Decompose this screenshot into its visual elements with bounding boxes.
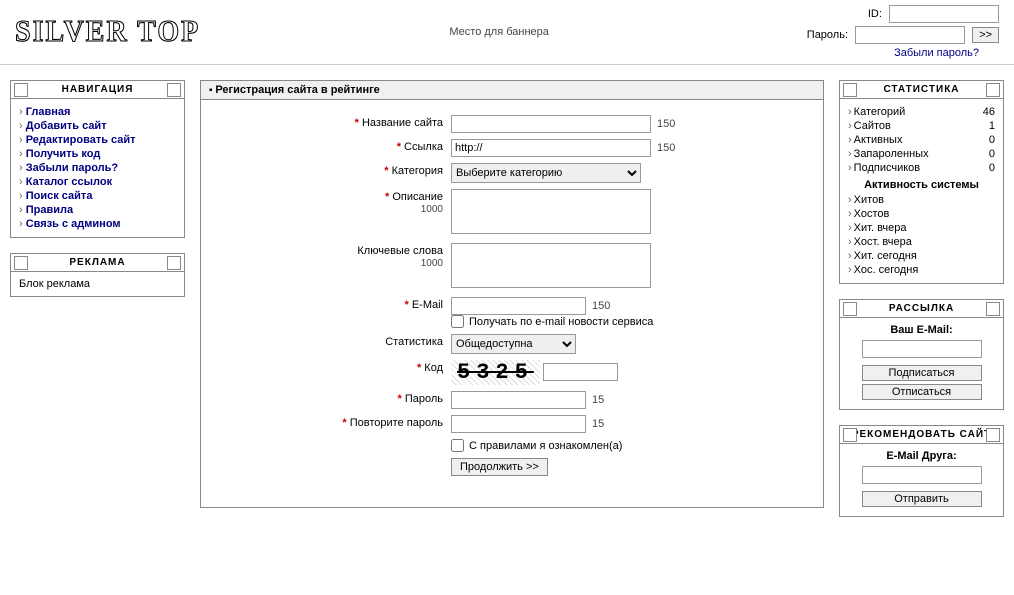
stats-title: СТАТИСТИКА [840, 81, 1003, 99]
nav-panel: НАВИГАЦИЯ Главная Добавить сайт Редактиров… [10, 80, 185, 238]
site-name-input[interactable] [451, 115, 651, 133]
recommend-title: РЕКОМЕНДОВАТЬ САЙТ [840, 426, 1003, 444]
banner-slot: Место для баннера [449, 26, 549, 38]
submit-button[interactable]: Продолжить >> [451, 458, 548, 476]
pass-hint: 15 [592, 394, 604, 406]
login-id-label: ID: [832, 8, 882, 20]
stat-row: Хитов [848, 193, 995, 207]
login-pass-label: Пароль: [798, 29, 848, 41]
activity-list: ХитовХостовХит. вчераХост. вчераХит. сег… [848, 193, 995, 277]
url-input[interactable] [451, 139, 651, 157]
nav-item-8[interactable]: Связь с админом [26, 218, 121, 230]
captcha-image: 5325 [451, 360, 540, 385]
stat-row: Запароленных0 [848, 147, 995, 161]
stat-label: Статистика [385, 336, 443, 348]
category-label: Категория [392, 165, 443, 177]
stat-row: Хос. сегодня [848, 263, 995, 277]
code-input[interactable] [543, 363, 618, 381]
recommend-label: E-Mail Друга: [848, 450, 995, 462]
category-select[interactable]: Выберите категорию [451, 163, 641, 183]
ads-title: РЕКЛАМА [11, 254, 184, 272]
nav-item-7[interactable]: Правила [26, 204, 73, 216]
desc-sub: 1000 [421, 204, 443, 215]
news-label: Получать по e-mail новости сервиса [469, 316, 653, 328]
ads-panel: РЕКЛАМА Блок реклама [10, 253, 185, 297]
pass2-label: Повторите пароль [350, 417, 443, 429]
stats-panel: СТАТИСТИКА Категорий46Сайтов1Активных0За… [839, 80, 1004, 284]
nav-item-2[interactable]: Редактировать сайт [26, 134, 136, 146]
stats-list: Категорий46Сайтов1Активных0Запароленных0… [848, 105, 995, 175]
header: SILVER TOP Место для баннера ID: Пароль:… [0, 0, 1014, 65]
registration-panel: Регистрация сайта в рейтинге * Название … [200, 80, 824, 508]
nav-item-3[interactable]: Получить код [26, 148, 101, 160]
stat-select[interactable]: Общедоступна [451, 334, 576, 354]
email-input[interactable] [451, 297, 586, 315]
registration-title: Регистрация сайта в рейтинге [201, 81, 823, 100]
subscribe-button[interactable]: Подписаться [862, 365, 982, 381]
rules-checkbox[interactable] [451, 439, 464, 452]
email-hint: 150 [592, 300, 610, 312]
keys-textarea[interactable] [451, 243, 651, 288]
pass-label: Пароль [405, 393, 443, 405]
nav-title: НАВИГАЦИЯ [11, 81, 184, 99]
subscribe-label: Ваш E-Mail: [848, 324, 995, 336]
stat-row: Подписчиков0 [848, 161, 995, 175]
stat-row: Активных0 [848, 133, 995, 147]
ads-body: Блок реклама [11, 272, 184, 296]
stat-row: Хит. вчера [848, 221, 995, 235]
nav-item-6[interactable]: Поиск сайта [26, 190, 93, 202]
stat-row: Хост. вчера [848, 235, 995, 249]
unsubscribe-button[interactable]: Отписаться [862, 384, 982, 400]
recommend-email-input[interactable] [862, 466, 982, 484]
rules-label: С правилами я ознакомлен(а) [469, 440, 622, 452]
nav-list: Главная Добавить сайт Редактировать сайт По… [19, 105, 176, 231]
site-name-hint: 150 [657, 118, 675, 130]
login-pass-input[interactable] [855, 26, 965, 44]
nav-item-1[interactable]: Добавить сайт [26, 120, 107, 132]
site-name-label: Название сайта [362, 117, 443, 129]
stat-row: Хит. сегодня [848, 249, 995, 263]
nav-item-5[interactable]: Каталог ссылок [26, 176, 112, 188]
logo: SILVER TOP [15, 14, 200, 49]
url-label: Ссылка [404, 141, 443, 153]
stat-row: Хостов [848, 207, 995, 221]
news-checkbox[interactable] [451, 315, 464, 328]
recommend-send-button[interactable]: Отправить [862, 491, 982, 507]
desc-label: Описание [392, 191, 443, 203]
desc-textarea[interactable] [451, 189, 651, 234]
nav-item-0[interactable]: Главная [26, 106, 71, 118]
pass2-hint: 15 [592, 418, 604, 430]
keys-sub: 1000 [421, 258, 443, 269]
recommend-panel: РЕКОМЕНДОВАТЬ САЙТ E-Mail Друга: Отправи… [839, 425, 1004, 517]
forgot-password-link[interactable]: Забыли пароль? [894, 47, 979, 59]
pass-input[interactable] [451, 391, 586, 409]
subscribe-title: РАССЫЛКА [840, 300, 1003, 318]
stat-row: Сайтов1 [848, 119, 995, 133]
email-label: E-Mail [412, 299, 443, 311]
activity-title: Активность системы [848, 175, 995, 193]
stat-row: Категорий46 [848, 105, 995, 119]
nav-item-4[interactable]: Забыли пароль? [26, 162, 118, 174]
login-box: ID: Пароль: >> Забыли пароль? [798, 5, 999, 59]
login-id-input[interactable] [889, 5, 999, 23]
subscribe-panel: РАССЫЛКА Ваш E-Mail: Подписаться Отписат… [839, 299, 1004, 410]
keys-label: Ключевые слова [357, 245, 443, 257]
url-hint: 150 [657, 142, 675, 154]
login-submit-button[interactable]: >> [972, 27, 999, 43]
pass2-input[interactable] [451, 415, 586, 433]
subscribe-email-input[interactable] [862, 340, 982, 358]
code-label: Код [424, 362, 443, 374]
